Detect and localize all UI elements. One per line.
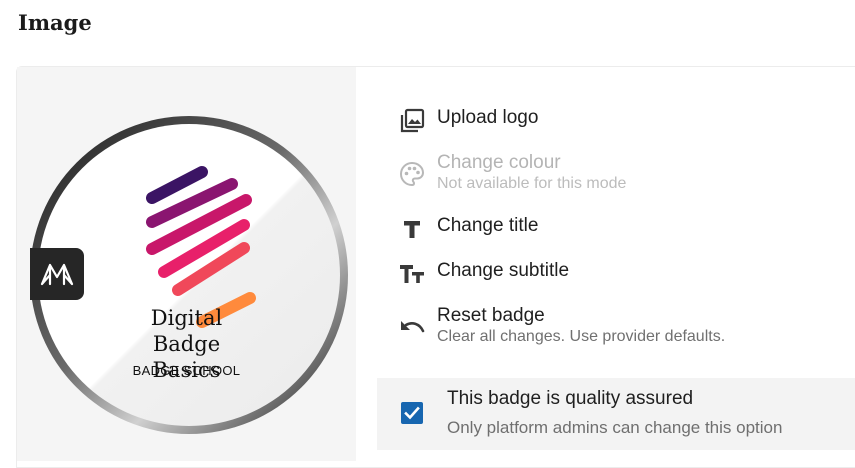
badge-preview: Digital Badge Basics BADGE SCHOOL xyxy=(17,67,356,461)
change-subtitle-label: Change subtitle xyxy=(437,260,570,281)
quality-assured-note: Only platform admins can change this opt… xyxy=(447,418,783,437)
title-icon xyxy=(398,215,426,243)
change-colour-label: Change colour xyxy=(437,152,561,173)
quality-assured-row: This badge is quality assured Only platf… xyxy=(377,378,855,450)
reset-badge-description: Clear all changes. Use provider defaults… xyxy=(437,328,726,345)
quality-assured-checkbox[interactable] xyxy=(401,402,423,424)
provider-tab xyxy=(30,248,84,300)
provider-logo-icon xyxy=(40,263,74,286)
upload-logo-label: Upload logo xyxy=(437,107,539,128)
quality-assured-label: This badge is quality assured xyxy=(447,388,694,409)
reset-badge-label: Reset badge xyxy=(437,305,545,326)
section-title: Image xyxy=(18,10,92,35)
badge-subtitle: BADGE SCHOOL xyxy=(132,363,241,378)
change-title-label: Change title xyxy=(437,215,539,236)
undo-icon xyxy=(398,315,426,343)
checkmark-icon xyxy=(404,406,420,420)
palette-icon xyxy=(398,160,426,188)
change-colour-note: Not available for this mode xyxy=(437,175,627,192)
text-size-icon xyxy=(398,260,426,288)
image-icon xyxy=(398,107,426,135)
